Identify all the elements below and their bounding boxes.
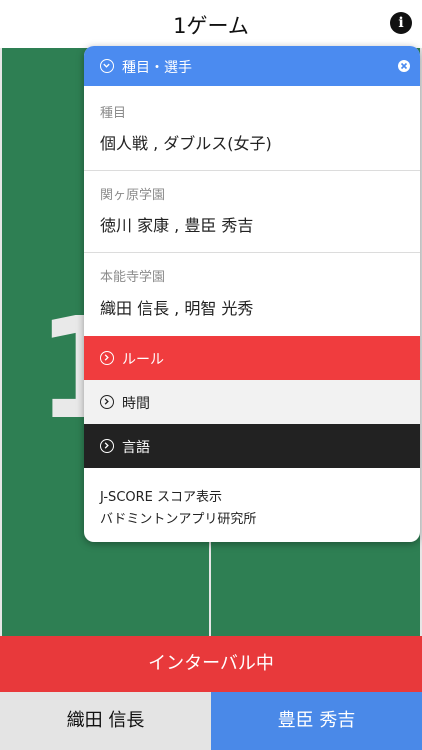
popover-header[interactable]: 種目・選手 (84, 46, 420, 86)
event-value: 個人戦 , ダブルス(女子) (100, 134, 272, 153)
menu-item-time[interactable]: 時間 (84, 380, 420, 424)
top-header: 1ゲーム i (0, 0, 422, 48)
close-circle-icon[interactable] (398, 60, 410, 72)
divider (84, 170, 420, 171)
popover-header-label: 種目・選手 (122, 60, 192, 76)
page-title: 1ゲーム (173, 14, 249, 38)
chevron-right-circle-icon (100, 439, 114, 453)
chevron-right-circle-icon (100, 351, 114, 365)
info-popover: 種目・選手 種目 個人戦 , ダブルス(女子) 関ヶ原学園 徳川 家康 , 豊臣… (84, 46, 420, 542)
player-right-button[interactable]: 豊臣 秀吉 (211, 692, 422, 750)
menu-item-time-label: 時間 (122, 396, 150, 412)
divider (84, 252, 420, 253)
team1-label: 関ヶ原学園 (100, 188, 166, 203)
app-name: J-SCORE スコア表示 (100, 490, 223, 505)
interval-status-bar[interactable]: インターバル中 (0, 636, 422, 692)
menu-item-language-label: 言語 (122, 440, 150, 456)
team2-players: 織田 信長 , 明智 光秀 (100, 299, 254, 318)
chevron-right-circle-icon (100, 395, 114, 409)
menu-item-rules[interactable]: ルール (84, 336, 420, 380)
court-center-line (209, 540, 211, 636)
player-left-button[interactable]: 織田 信長 (0, 692, 211, 750)
team1-players: 徳川 家康 , 豊臣 秀吉 (100, 216, 254, 235)
event-label: 種目 (100, 106, 127, 121)
developer-name: バドミントンアプリ研究所 (100, 512, 257, 527)
info-icon[interactable]: i (390, 12, 412, 34)
menu-item-rules-label: ルール (122, 352, 164, 368)
chevron-down-circle-icon (100, 59, 114, 73)
menu-item-language[interactable]: 言語 (84, 424, 420, 468)
team2-label: 本能寺学園 (100, 270, 166, 285)
